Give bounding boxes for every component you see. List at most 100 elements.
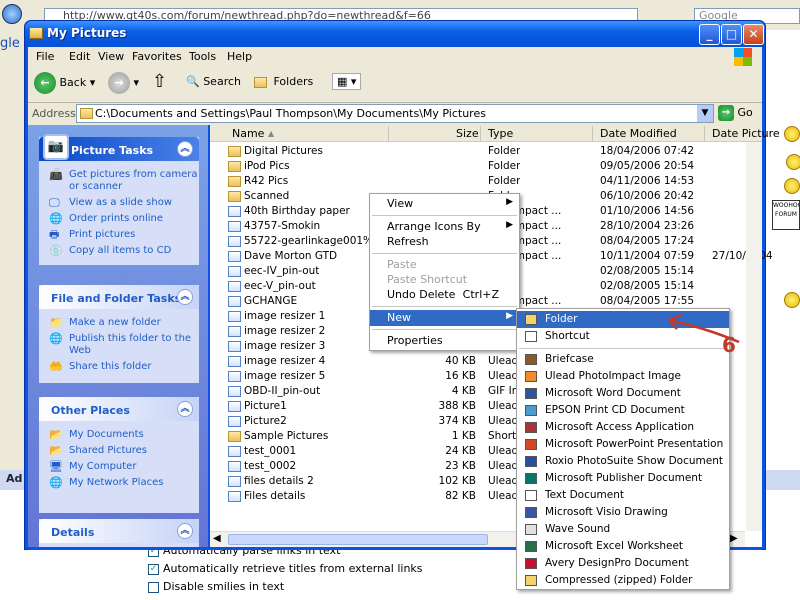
context-paste-shortcut: Paste Shortcut	[387, 273, 468, 286]
collapse-chevron-icon[interactable]: ︽	[177, 401, 193, 417]
new-compressed-zipped-folder[interactable]: Compressed (zipped) Folder	[517, 572, 729, 589]
table-row[interactable]: R42 Pics Folder 04/11/2006 14:53	[210, 174, 762, 189]
new-microsoft-publisher-document[interactable]: Microsoft Publisher Document	[517, 470, 729, 487]
new-ulead-photoimpact-image[interactable]: Ulead PhotoImpact Image	[517, 368, 729, 385]
task-publish-web[interactable]: 🌐 Publish this folder to the Web	[39, 331, 199, 359]
file-name-text: Digital Pictures	[244, 145, 323, 157]
submenu-item-label: EPSON Print CD Document	[545, 404, 685, 416]
woohoo-forum-badge[interactable]: WOOHOO FORUM	[772, 200, 800, 230]
context-arrange-icons[interactable]: Arrange Icons By ▶	[370, 219, 519, 235]
up-folder-button[interactable]: ⇧	[152, 71, 167, 92]
collapse-chevron-icon[interactable]: ︽	[177, 289, 193, 305]
menu-file[interactable]: File	[36, 50, 54, 63]
file-name-text: Picture2	[244, 415, 287, 427]
place-shared-pictures[interactable]: 📂 Shared Pictures	[39, 443, 199, 459]
menu-edit[interactable]: Edit	[69, 50, 90, 63]
column-size[interactable]: Size	[456, 127, 479, 140]
scroll-left-icon[interactable]: ◀	[213, 533, 221, 544]
new-microsoft-access-application[interactable]: Microsoft Access Application	[517, 419, 729, 436]
context-new[interactable]: New ▶	[370, 310, 519, 326]
table-row[interactable]: iPod Pics Folder 09/05/2006 20:54	[210, 159, 762, 174]
wink-icon[interactable]	[784, 178, 800, 194]
new-wave-sound[interactable]: Wave Sound	[517, 521, 729, 538]
context-view[interactable]: View ▶	[370, 196, 519, 212]
column-divider[interactable]	[388, 126, 389, 141]
context-properties[interactable]: Properties	[370, 333, 519, 349]
back-button[interactable]: ← Back ▾	[34, 72, 95, 94]
column-name[interactable]: Name	[232, 127, 264, 140]
forward-button[interactable]: → ▾	[108, 72, 139, 94]
back-circle-icon[interactable]	[2, 4, 22, 24]
title-bar[interactable]: My Pictures _ □ ✕	[25, 21, 765, 47]
option-disable-smilies[interactable]: Disable smilies in text	[148, 580, 284, 593]
image-file-icon	[228, 205, 241, 217]
address-input[interactable]: C:\Documents and Settings\Paul Thompson\…	[76, 104, 714, 123]
close-button[interactable]: ✕	[743, 24, 764, 45]
other-places-header[interactable]: Other Places ︽	[39, 397, 199, 421]
new-microsoft-excel-worksheet[interactable]: Microsoft Excel Worksheet	[517, 538, 729, 555]
file-name: image resizer 5	[228, 370, 325, 382]
go-button[interactable]: → Go	[718, 105, 753, 121]
option-retrieve-titles[interactable]: ✓ Automatically retrieve titles from exte…	[148, 562, 423, 575]
google-logo-fragment: gle	[0, 36, 20, 51]
search-button[interactable]: 🔍 Search	[186, 75, 241, 88]
checkbox-icon[interactable]: ✓	[148, 563, 159, 575]
scroll-right-icon[interactable]: ▶	[730, 533, 738, 544]
surprised-icon[interactable]	[784, 292, 800, 308]
table-row[interactable]: Digital Pictures Folder 18/04/2006 07:42	[210, 144, 762, 159]
task-copy-cd[interactable]: 💿 Copy all items to CD	[39, 243, 199, 259]
vertical-scrollbar[interactable]	[746, 142, 762, 531]
scroll-thumb[interactable]	[228, 534, 488, 545]
minimize-button[interactable]: _	[699, 24, 720, 45]
task-slide-show[interactable]: 🖵 View as a slide show	[39, 195, 199, 211]
menu-help[interactable]: Help	[227, 50, 252, 63]
task-order-prints[interactable]: 🌐 Order prints online	[39, 211, 199, 227]
smiley-icon[interactable]	[784, 126, 800, 142]
collapse-chevron-icon[interactable]: ︽	[177, 141, 193, 157]
context-refresh[interactable]: Refresh	[370, 234, 519, 250]
new-epson-print-cd-document[interactable]: EPSON Print CD Document	[517, 402, 729, 419]
views-button[interactable]: ▦ ▾	[332, 73, 362, 90]
menu-tools[interactable]: Tools	[189, 50, 216, 63]
file-name-text: eec-IV_pin-out	[244, 265, 320, 277]
image-file-icon	[228, 220, 241, 232]
column-date-picture[interactable]: Date Picture	[712, 127, 780, 140]
grin-icon[interactable]	[786, 154, 800, 170]
file-date-modified: 09/05/2006 20:54	[600, 160, 694, 172]
dropdown-arrow-icon[interactable]: ▼	[697, 105, 713, 122]
shortcut-label: Ctrl+Z	[462, 288, 499, 301]
maximize-button[interactable]: □	[721, 24, 742, 45]
new-roxio-photosuite-show-document[interactable]: Roxio PhotoSuite Show Document	[517, 453, 729, 470]
new-microsoft-visio-drawing[interactable]: Microsoft Visio Drawing	[517, 504, 729, 521]
place-network-places[interactable]: 🌐 My Network Places	[39, 475, 199, 491]
file-name-text: image resizer 5	[244, 370, 326, 382]
new-avery-designpro-document[interactable]: Avery DesignPro Document	[517, 555, 729, 572]
new-microsoft-powerpoint-presentation[interactable]: Microsoft PowerPoint Presentation	[517, 436, 729, 453]
place-my-documents[interactable]: 📂 My Documents	[39, 427, 199, 443]
task-get-pictures[interactable]: 📠 Get pictures from camera or scanner	[39, 167, 199, 195]
details-header[interactable]: Details ︽	[39, 519, 199, 543]
task-share-folder[interactable]: 🤲 Share this folder	[39, 359, 199, 375]
context-undo-delete[interactable]: Undo Delete Ctrl+Z	[370, 287, 519, 303]
column-divider[interactable]	[704, 126, 705, 141]
file-folder-tasks-header[interactable]: File and Folder Tasks ︽	[39, 285, 199, 309]
file-name-text: image resizer 1	[244, 310, 326, 322]
menu-favorites[interactable]: Favorites	[132, 50, 182, 63]
views-grid-icon: ▦	[337, 75, 348, 88]
column-type[interactable]: Type	[488, 127, 513, 140]
checkbox-icon[interactable]	[148, 581, 159, 593]
submenu-item-label: Compressed (zipped) Folder	[545, 574, 693, 586]
new-microsoft-word-document[interactable]: Microsoft Word Document	[517, 385, 729, 402]
picture-tasks-header[interactable]: 📷 Picture Tasks ︽	[39, 134, 199, 161]
new-text-document[interactable]: Text Document	[517, 487, 729, 504]
column-date-modified[interactable]: Date Modified	[600, 127, 677, 140]
collapse-chevron-icon[interactable]: ︽	[177, 523, 193, 539]
submenu-item-label: Microsoft Excel Worksheet	[545, 540, 684, 552]
task-new-folder[interactable]: 📁 Make a new folder	[39, 315, 199, 331]
column-divider[interactable]	[592, 126, 593, 141]
place-my-computer[interactable]: 🖥 My Computer	[39, 459, 199, 475]
menu-view[interactable]: View	[98, 50, 124, 63]
column-divider[interactable]	[480, 126, 481, 141]
task-print-pictures[interactable]: 🖶 Print pictures	[39, 227, 199, 243]
folders-button[interactable]: Folders	[254, 75, 313, 88]
